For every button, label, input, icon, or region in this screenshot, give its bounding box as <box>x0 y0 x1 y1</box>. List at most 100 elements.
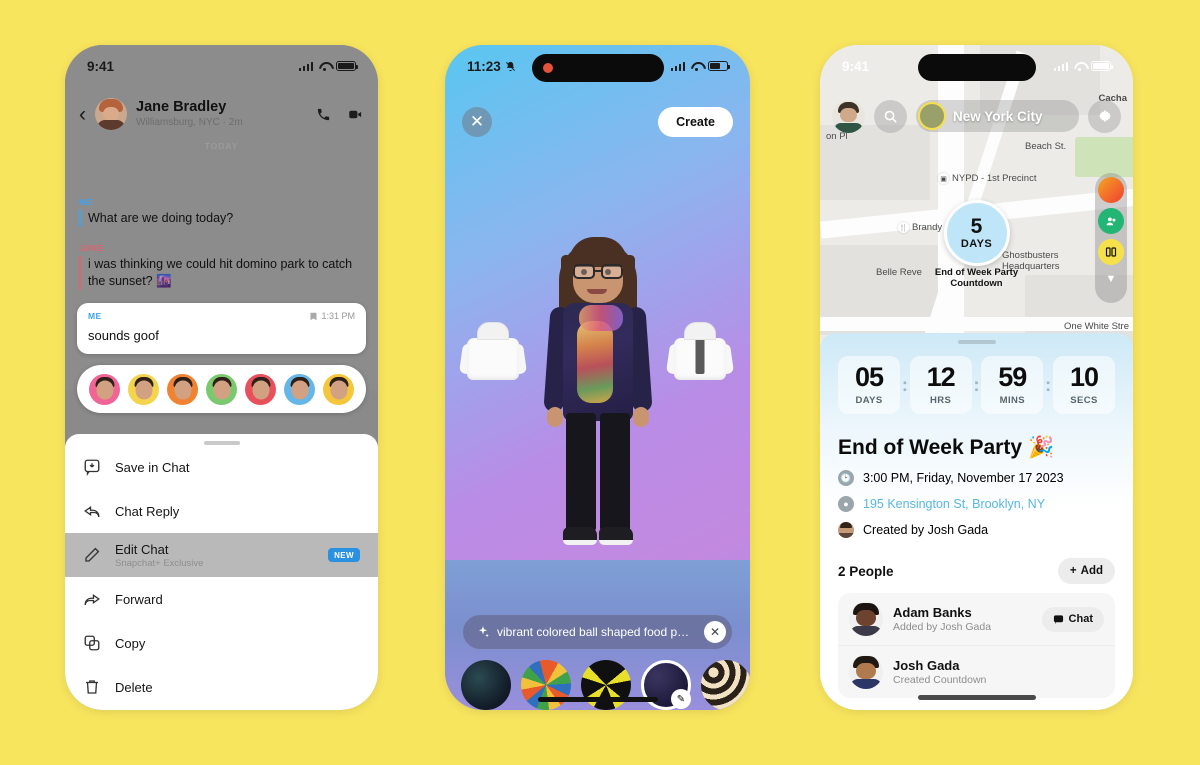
map-label-precinct: ▣ NYPD - 1st Precinct <box>938 173 1036 184</box>
menu-sublabel: Snapchat+ Exclusive <box>115 557 204 569</box>
ai-prompt-pill[interactable]: vibrant colored ball shaped food p… ✕ <box>463 615 732 649</box>
selected-message-text: sounds goof <box>88 328 159 343</box>
countdown-minutes: 59 MINS <box>981 356 1044 414</box>
poi-icon: 🍴 <box>898 222 909 233</box>
bitmoji-avatar-icon[interactable] <box>832 99 865 133</box>
reaction-bar[interactable] <box>77 365 366 413</box>
context-menu-sheet: Save in Chat Chat Reply Edit Chat Snapch… <box>65 434 378 710</box>
status-bar: 9:41 <box>65 45 378 87</box>
add-people-button[interactable]: + Add <box>1057 558 1115 584</box>
menu-item-edit-chat[interactable]: Edit Chat Snapchat+ Exclusive NEW <box>65 533 378 577</box>
bitmoji-avatar[interactable] <box>533 215 663 585</box>
heart-reaction[interactable] <box>89 373 120 405</box>
snap-map[interactable]: on Pl Cacha Beach St. ▣ NYPD - 1st Preci… <box>820 45 1133 345</box>
selected-message-card[interactable]: ME 1:31 PM sounds goof <box>77 303 366 354</box>
person-name: Josh Gada <box>893 658 960 673</box>
marker-caption-line1: End of Week Party <box>934 267 1019 278</box>
fire-reaction[interactable] <box>167 373 198 405</box>
list-item[interactable]: Josh Gada Created Countdown <box>838 645 1115 698</box>
avatar <box>849 655 883 689</box>
menu-item-chat-reply[interactable]: Chat Reply <box>65 489 378 533</box>
status-time: 9:41 <box>842 58 870 74</box>
chat-label: Chat <box>1068 613 1093 625</box>
add-label: Add <box>1080 565 1103 577</box>
avatar-icon <box>838 522 854 538</box>
cry-reaction[interactable] <box>245 373 276 405</box>
reply-icon <box>84 505 100 518</box>
countdown-unit: MINS <box>999 395 1025 406</box>
home-indicator <box>917 695 1036 700</box>
story-ring-avatar[interactable] <box>918 102 946 130</box>
dynamic-island <box>917 54 1036 81</box>
marker-days-number: 5 <box>970 215 983 238</box>
chevron-down-icon[interactable]: ▼ <box>1106 273 1117 285</box>
chevron-left-icon[interactable]: ‹ <box>79 104 86 125</box>
thumb-gold-spheres[interactable] <box>701 660 750 710</box>
new-badge: NEW <box>328 548 360 562</box>
chat-button[interactable]: Chat <box>1041 606 1104 632</box>
list-item[interactable]: Adam Banks Added by Josh Gada Chat <box>838 593 1115 645</box>
menu-item-copy[interactable]: Copy <box>65 621 378 665</box>
party-popper-icon: 🎉 <box>1028 436 1055 459</box>
video-camera-icon[interactable] <box>347 107 364 122</box>
countdown-seconds: 10 SECS <box>1052 356 1115 414</box>
plus-icon: + <box>1069 565 1077 577</box>
friends-icon <box>1106 216 1115 225</box>
message-me[interactable]: ME What are we doing today? <box>79 197 364 227</box>
battery-icon <box>1091 61 1113 71</box>
map-pin-icon: ● <box>838 496 854 512</box>
contact-name: Jane Bradley <box>136 98 227 115</box>
party-reaction[interactable] <box>323 373 354 405</box>
countdown-map-marker[interactable]: 5 DAYS <box>943 200 1010 266</box>
event-creator-row: Created by Josh Gada <box>838 522 1115 538</box>
event-location-row[interactable]: ● 195 Kensington St, Brooklyn, NY <box>838 496 1115 512</box>
places-button[interactable] <box>1098 239 1124 265</box>
pencil-icon[interactable]: ✎ <box>671 689 691 709</box>
today-divider: TODAY <box>204 141 239 151</box>
city-chip[interactable]: New York City <box>916 100 1079 132</box>
menu-item-forward[interactable]: Forward <box>65 577 378 621</box>
chat-header: ‹ Jane Bradley Williamsburg, NYC · 2m <box>65 87 378 141</box>
map-top-bar: New York City <box>820 93 1133 139</box>
menu-item-save-in-chat[interactable]: Save in Chat <box>65 445 378 489</box>
clock-icon: 🕑 <box>838 470 854 486</box>
people-list: Adam Banks Added by Josh Gada Chat Josh … <box>838 593 1115 698</box>
saved-icon <box>310 312 317 320</box>
map-label: Beach St. <box>1025 141 1067 152</box>
contact-avatar[interactable] <box>95 98 127 130</box>
search-icon[interactable] <box>874 99 907 133</box>
countdown-hours: 12 HRS <box>909 356 972 414</box>
close-circle-icon[interactable]: ✕ <box>704 621 726 643</box>
phone-call-icon[interactable] <box>316 107 331 122</box>
white-zip-hoodie-right[interactable] <box>665 320 735 380</box>
save-chat-icon <box>84 459 100 476</box>
thumb-colorful-confetti[interactable] <box>521 660 571 710</box>
message-jane[interactable]: JANE i was thinking we could hit domino … <box>79 243 364 290</box>
battery-icon <box>336 61 358 71</box>
menu-item-delete[interactable]: Delete <box>65 665 378 709</box>
places-icon <box>1105 247 1117 257</box>
heat-map-button[interactable] <box>1098 177 1124 203</box>
map-layer-rail[interactable]: ▼ <box>1095 173 1127 303</box>
create-button[interactable]: Create <box>658 107 733 137</box>
event-creator: Created by Josh Gada <box>863 523 989 537</box>
thumb-planets-selected[interactable]: ✎ <box>641 660 691 710</box>
sheet-grabber[interactable] <box>957 340 996 344</box>
person-sub: Added by Josh Gada <box>893 621 992 633</box>
thumbs-up-reaction[interactable] <box>206 373 237 405</box>
close-button[interactable]: ✕ <box>462 107 492 137</box>
countdown-timer: 05 DAYS : 12 HRS : 59 MINS : 10 SECS <box>838 356 1115 414</box>
marker-caption: End of Week Party Countdown <box>897 267 1057 290</box>
style-thumbnail-strip[interactable]: ✎ <box>445 657 750 710</box>
thumb-yellow-crowns[interactable] <box>581 660 631 710</box>
gear-icon[interactable] <box>1088 99 1121 133</box>
cool-reaction[interactable] <box>284 373 315 405</box>
thumb-dark-floral[interactable] <box>461 660 511 710</box>
white-hoodie-left[interactable] <box>458 320 528 380</box>
menu-label: Edit Chat <box>115 541 169 557</box>
friends-button[interactable] <box>1098 208 1124 234</box>
city-label: New York City <box>953 108 1043 124</box>
sun-reaction[interactable] <box>128 373 159 405</box>
event-title-row: End of Week Party 🎉 <box>838 436 1115 460</box>
event-location[interactable]: 195 Kensington St, Brooklyn, NY <box>863 497 1045 511</box>
